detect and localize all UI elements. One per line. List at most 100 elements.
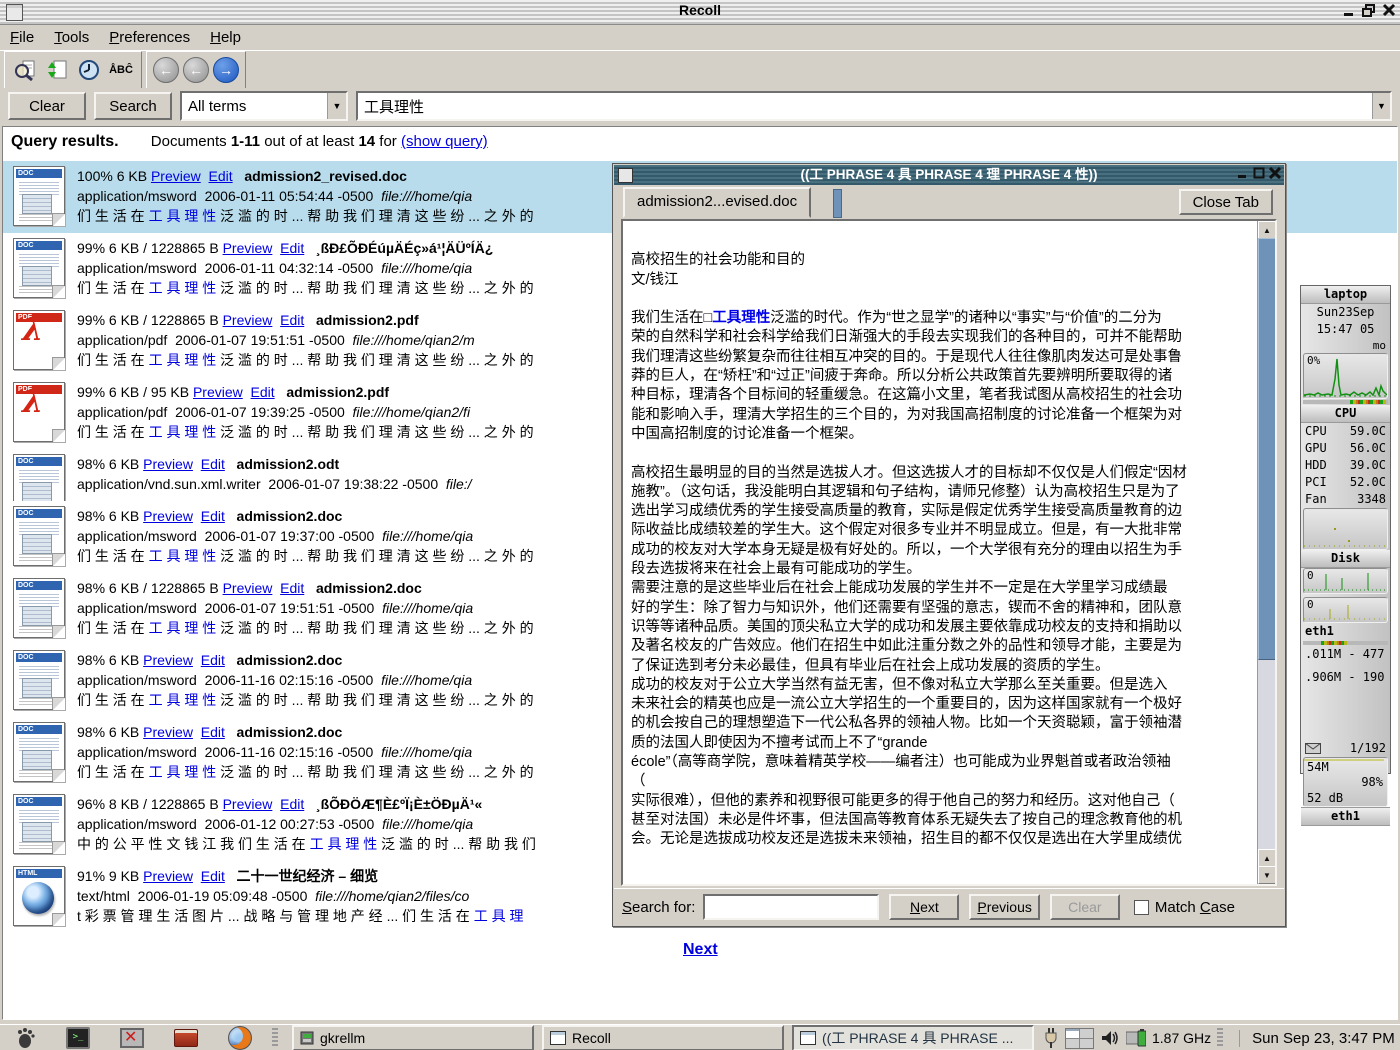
preview-link[interactable]: Preview bbox=[143, 456, 193, 472]
preview-text-line bbox=[631, 287, 1251, 306]
find-previous-button[interactable]: Previous bbox=[969, 894, 1039, 920]
power-plug-icon[interactable] bbox=[1044, 1028, 1058, 1048]
menu-preferences[interactable]: Preferences bbox=[99, 27, 200, 48]
term-explorer-icon[interactable]: ÅBĈ bbox=[107, 56, 135, 84]
preview-search-icon[interactable] bbox=[11, 56, 39, 84]
preview-maximize-button[interactable] bbox=[1253, 167, 1265, 179]
preview-text-area[interactable]: 高校招生的社会功能和目的文/钱江 我们生活在□工具理性泛滥的时代。作为“世之显学… bbox=[621, 219, 1277, 886]
result-title: admission2_revised.doc bbox=[244, 168, 407, 184]
search-for-label: Search for: bbox=[622, 899, 695, 916]
next-page-link[interactable]: Next bbox=[683, 941, 718, 959]
minimize-button[interactable] bbox=[1342, 3, 1356, 17]
temperature-readouts: CPU59.0CGPU56.0CHDD39.0CPCI52.0C bbox=[1301, 423, 1390, 491]
scroll-up2-icon[interactable]: ▲ bbox=[1258, 849, 1276, 867]
system-tray bbox=[1044, 1028, 1146, 1049]
preview-link[interactable]: Preview bbox=[223, 312, 273, 328]
task-recoll[interactable]: Recoll bbox=[542, 1025, 784, 1050]
preview-link[interactable]: Preview bbox=[223, 796, 273, 812]
x-window-icon[interactable] bbox=[120, 1028, 144, 1048]
preview-text-line: école”（高等商学院，意味着精英学校——编者注）也可能成为业界魁首或者政治领… bbox=[631, 750, 1251, 769]
gnome-menu-icon[interactable] bbox=[14, 1027, 36, 1049]
result-title: ¸ßÕÐÖÆ¶È£ºÏ¡È±ÖÐµÄ¹« bbox=[316, 796, 482, 812]
preview-link[interactable]: Preview bbox=[223, 240, 273, 256]
preview-scrollbar[interactable]: ▲ ▲ ▼ bbox=[1257, 221, 1275, 884]
result-title: admission2.pdf bbox=[316, 312, 419, 328]
firefox-icon[interactable] bbox=[228, 1026, 252, 1050]
preview-text-line: （ bbox=[631, 769, 1251, 788]
tab-admission2-revised-doc[interactable]: admission2...evised.doc bbox=[623, 187, 811, 218]
preview-link[interactable]: Preview bbox=[193, 384, 243, 400]
main-titlebar[interactable]: Recoll bbox=[0, 0, 1400, 25]
edit-link[interactable]: Edit bbox=[209, 168, 233, 184]
preview-text-line: 会。无论是选拔成功校友还是选拔未来领袖，招生目的都不仅仅是选出在大学里成绩优 bbox=[631, 827, 1251, 846]
typewriter-icon[interactable] bbox=[174, 1029, 198, 1047]
task-preview-window[interactable]: ((工 PHRASE 4 具 PHRASE ... bbox=[792, 1025, 1034, 1050]
edit-link[interactable]: Edit bbox=[280, 312, 304, 328]
find-next-button[interactable]: Next bbox=[889, 894, 959, 920]
window-task-icon bbox=[800, 1031, 816, 1045]
toolbar: ÅBĈ ← ← → bbox=[0, 50, 1400, 89]
find-clear-button[interactable]: Clear bbox=[1050, 894, 1120, 920]
terminal-icon[interactable]: >_ bbox=[66, 1027, 90, 1049]
first-page-button[interactable]: ← bbox=[153, 57, 179, 83]
preview-close-button[interactable] bbox=[1269, 167, 1281, 179]
preview-link[interactable]: Preview bbox=[223, 580, 273, 596]
menu-tools[interactable]: Tools bbox=[44, 27, 99, 48]
preview-link[interactable]: Preview bbox=[143, 652, 193, 668]
scrollbar-thumb[interactable] bbox=[1258, 238, 1276, 660]
edit-link[interactable]: Edit bbox=[201, 868, 225, 884]
preview-text-line: 实际很难），但他的素养和视野很可能更多的得于他自己的努力和经历。这对他自己（ bbox=[631, 789, 1251, 808]
preview-window[interactable]: ((工 PHRASE 4 具 PHRASE 4 理 PHRASE 4 性)) a… bbox=[612, 163, 1286, 927]
menubar: File Tools Preferences Help bbox=[0, 25, 1400, 50]
close-button[interactable] bbox=[1382, 3, 1396, 17]
query-history-chevron-icon[interactable]: ▼ bbox=[1372, 93, 1390, 119]
edit-link[interactable]: Edit bbox=[201, 652, 225, 668]
fan-label: Fan bbox=[1305, 491, 1327, 508]
history-clock-icon[interactable] bbox=[75, 56, 103, 84]
query-input[interactable] bbox=[362, 93, 1370, 119]
preview-minimize-button[interactable] bbox=[1237, 167, 1249, 179]
sort-icon[interactable] bbox=[43, 56, 71, 84]
taskbar-clock[interactable]: Sun Sep 23, 3:47 PM bbox=[1239, 1030, 1395, 1047]
edit-link[interactable]: Edit bbox=[251, 384, 275, 400]
previous-page-button[interactable]: ← bbox=[183, 57, 209, 83]
edit-link[interactable]: Edit bbox=[280, 796, 304, 812]
edit-link[interactable]: Edit bbox=[201, 456, 225, 472]
battery-cpu-icon[interactable] bbox=[1126, 1029, 1146, 1047]
gkrellm-window[interactable]: laptop Sun23Sep 15:47 05 mo 0% CPU CPU59… bbox=[1300, 285, 1391, 774]
edit-link[interactable]: Edit bbox=[201, 724, 225, 740]
preview-link[interactable]: Preview bbox=[151, 168, 201, 184]
search-button[interactable]: Search bbox=[94, 92, 172, 120]
preview-link[interactable]: Preview bbox=[143, 508, 193, 524]
workspace-pager[interactable] bbox=[1065, 1028, 1094, 1049]
show-query-link[interactable]: (show query) bbox=[401, 133, 488, 150]
launcher-icons: >_ bbox=[0, 1026, 266, 1050]
find-input[interactable] bbox=[703, 894, 879, 920]
menu-help[interactable]: Help bbox=[200, 27, 251, 48]
edit-link[interactable]: Edit bbox=[201, 508, 225, 524]
match-case-checkbox[interactable] bbox=[1134, 900, 1149, 915]
wifi-rate: 54M bbox=[1307, 760, 1329, 774]
menu-file[interactable]: File bbox=[0, 27, 44, 48]
preview-link[interactable]: Preview bbox=[143, 724, 193, 740]
preview-text-line: 文/钱江 bbox=[631, 268, 1251, 287]
volume-icon[interactable] bbox=[1101, 1030, 1119, 1046]
next-page-button[interactable]: → bbox=[213, 57, 239, 83]
search-mode-select[interactable]: All terms ▼ bbox=[180, 91, 348, 121]
result-title: admission2.pdf bbox=[286, 384, 389, 400]
scroll-up-icon[interactable]: ▲ bbox=[1258, 221, 1276, 239]
task-gkrellm[interactable]: gkrellm bbox=[292, 1025, 534, 1050]
edit-link[interactable]: Edit bbox=[280, 240, 304, 256]
preview-titlebar[interactable]: ((工 PHRASE 4 具 PHRASE 4 理 PHRASE 4 性)) bbox=[614, 165, 1284, 185]
preview-window-menu-icon[interactable] bbox=[618, 168, 633, 183]
restore-button[interactable] bbox=[1362, 3, 1376, 17]
edit-link[interactable]: Edit bbox=[280, 580, 304, 596]
preview-link[interactable]: Preview bbox=[143, 868, 193, 884]
preview-text-line: 种目标，理清各个目标间的轻重缓急。在这篇小文里，笔者我试图从高校招生的社会功 bbox=[631, 383, 1251, 402]
clear-button[interactable]: Clear bbox=[8, 92, 86, 120]
scroll-down-icon[interactable]: ▼ bbox=[1258, 866, 1276, 884]
result-title: 二十一世纪经济 – 细览 bbox=[237, 868, 379, 884]
preview-tabbar: admission2...evised.doc Close Tab bbox=[617, 188, 1281, 218]
chevron-down-icon[interactable]: ▼ bbox=[327, 93, 346, 119]
close-tab-button[interactable]: Close Tab bbox=[1179, 189, 1273, 215]
